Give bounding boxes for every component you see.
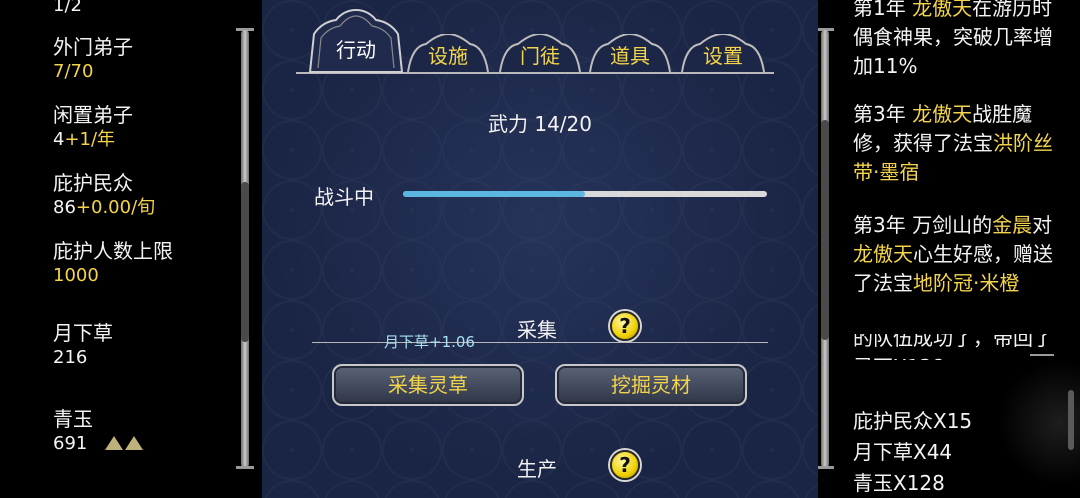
event-log-panel: 第1年 龙傲天在游历时偶食神果，突破几率增加11% 第3年 龙傲天战胜魔修，获得… xyxy=(818,0,1080,498)
stat-value: 691 xyxy=(53,433,88,454)
stat-rate: +0.00/旬 xyxy=(75,197,156,218)
stat-label: 庇护人数上限 xyxy=(53,239,173,263)
tab-disciples[interactable]: 门徒 xyxy=(496,34,584,74)
stat-label: 外门弟子 xyxy=(53,35,133,59)
stat-value: 216 xyxy=(53,347,88,368)
log-entry: 青玉X128 xyxy=(853,469,1053,498)
log-entry: 第3年 龙傲天战胜魔修，获得了法宝洪阶丝带·墨宿 xyxy=(853,100,1053,187)
upgrade-arrow-icon xyxy=(125,436,144,450)
stat-top: 1/2 xyxy=(53,0,82,18)
log-entry: 的队伍成功了，带回了灵石X128 xyxy=(853,334,1053,360)
stat-value: 4 xyxy=(53,129,65,150)
gather-section-title: 采集 xyxy=(517,318,557,342)
log-entry-text: 的队伍成功了，带回了灵石X128 xyxy=(853,334,1053,360)
left-scrollbar-thumb[interactable] xyxy=(241,182,249,342)
log-entry-text: 第3年 xyxy=(853,102,913,126)
resource-panel: 1/2 外门弟子 7/70 闲置弟子 4+1/年 庇护民众 86+0.00/旬 … xyxy=(0,0,262,498)
stat-protection-limit: 庇护人数上限 1000 xyxy=(53,238,173,288)
stat-label: 青玉 xyxy=(53,407,93,431)
log-mini-scroll[interactable] xyxy=(1068,390,1074,450)
log-entry-text: 第1年 xyxy=(853,0,913,20)
gather-divider xyxy=(312,342,768,343)
dig-material-button[interactable]: 挖掘灵材 xyxy=(555,364,747,406)
stat-jade: 青玉 691 xyxy=(53,406,144,456)
stat-label: 闲置弟子 xyxy=(53,103,133,127)
log-entry-text: 对 xyxy=(1032,213,1053,237)
martial-power-readout: 武力 14/20 xyxy=(488,112,592,136)
combat-progress-fill xyxy=(403,191,585,197)
tab-items[interactable]: 道具 xyxy=(586,34,674,74)
produce-help-icon[interactable]: ? xyxy=(610,450,640,480)
stat-value: 86 xyxy=(53,197,76,218)
stat-label: 月下草 xyxy=(53,321,113,345)
stat-protected-people: 庇护民众 86+0.00/旬 xyxy=(53,170,155,220)
scroll-rail-cap xyxy=(236,466,254,469)
stat-rate: +1/年 xyxy=(64,129,116,150)
produce-section-title: 生产 xyxy=(517,457,557,481)
log-entry-text: 庇护民众X15 xyxy=(853,409,973,433)
log-entry-text: 龙傲天 xyxy=(912,102,973,126)
tab-facilities[interactable]: 设施 xyxy=(404,34,492,74)
log-entry: 月下草X44 xyxy=(853,438,1053,467)
stat-outer-disciples: 外门弟子 7/70 xyxy=(53,34,133,84)
stat-idle-disciples: 闲置弟子 4+1/年 xyxy=(53,102,133,152)
log-entry-text: 龙傲天 xyxy=(853,242,913,266)
log-entry: 庇护民众X15 xyxy=(853,407,1053,436)
gather-help-icon[interactable]: ? xyxy=(610,311,640,341)
tab-settings[interactable]: 设置 xyxy=(678,34,768,74)
stat-top-value: 1/2 xyxy=(53,0,82,16)
tab-action-label: 行动 xyxy=(336,38,376,62)
gather-herb-button[interactable]: 采集灵草 xyxy=(332,364,524,406)
tab-disciples-label: 门徒 xyxy=(520,44,560,68)
stat-value: 7/70 xyxy=(53,61,94,82)
log-entry-text: 第3年 万剑山的 xyxy=(853,213,993,237)
log-separator xyxy=(1030,354,1054,356)
combat-status-label: 战斗中 xyxy=(314,185,374,209)
tab-facilities-label: 设施 xyxy=(428,44,468,68)
upgrade-arrow-icon xyxy=(105,436,124,450)
stat-value: 1000 xyxy=(53,265,99,286)
log-entry-text: 青玉X128 xyxy=(853,471,945,495)
combat-progress-bar xyxy=(403,191,767,197)
tab-action[interactable]: 行动 xyxy=(304,8,408,74)
stat-moon-grass: 月下草 216 xyxy=(53,320,113,370)
right-scrollbar-thumb[interactable] xyxy=(821,120,829,340)
log-entry-text: 的队伍成功了，带回了灵石X128 xyxy=(853,334,1053,360)
log-entry-text: 龙傲天 xyxy=(912,0,973,20)
stat-label: 庇护民众 xyxy=(53,171,133,195)
log-entry: 第1年 龙傲天在游历时偶食神果，突破几率增加11% xyxy=(853,0,1053,81)
log-entry-text: 地阶冠·米橙 xyxy=(913,271,1020,295)
gather-gain-popup: 月下草+1.06 xyxy=(384,333,475,351)
tab-items-label: 道具 xyxy=(610,44,650,68)
scroll-rail-cap xyxy=(818,466,834,469)
log-entry-text: 金晨 xyxy=(992,213,1033,237)
log-entry: 第3年 万剑山的金晨对龙傲天心生好感，赠送了法宝地阶冠·米橙 xyxy=(853,211,1053,298)
log-entry-text: 月下草X44 xyxy=(853,440,953,464)
tab-settings-label: 设置 xyxy=(703,44,743,68)
